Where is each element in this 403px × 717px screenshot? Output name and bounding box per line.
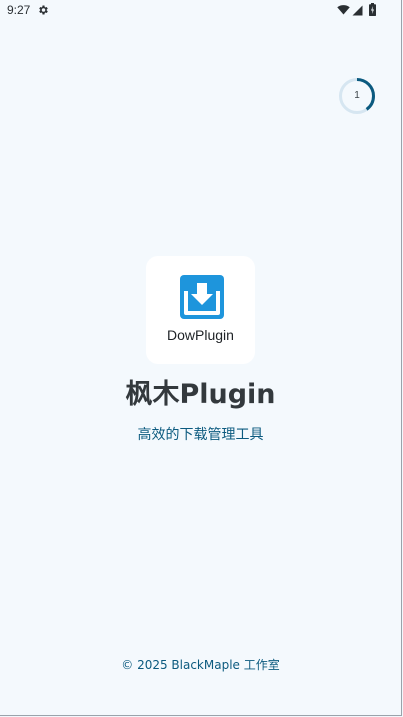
app-name: 枫木Plugin bbox=[125, 379, 276, 410]
countdown-value: 1 bbox=[354, 90, 360, 101]
wifi-icon bbox=[337, 5, 350, 15]
skip-countdown[interactable]: 1 bbox=[337, 76, 377, 116]
app-logo: DowPlugin bbox=[146, 256, 255, 364]
status-time: 9:27 bbox=[7, 3, 31, 17]
splash-screen: 9:27 1 DowPlugin 枫木Plugin 高效的下载管理工具 © 20… bbox=[0, 0, 402, 716]
copyright-footer: © 2025 BlackMaple 工作室 bbox=[121, 658, 280, 672]
battery-icon bbox=[369, 3, 376, 16]
app-subtitle: 高效的下载管理工具 bbox=[137, 427, 264, 443]
status-bar: 9:27 bbox=[0, 0, 401, 22]
signal-icon bbox=[352, 5, 363, 16]
settings-icon bbox=[39, 5, 48, 15]
logo-text: DowPlugin bbox=[167, 327, 234, 343]
download-icon bbox=[180, 275, 224, 319]
